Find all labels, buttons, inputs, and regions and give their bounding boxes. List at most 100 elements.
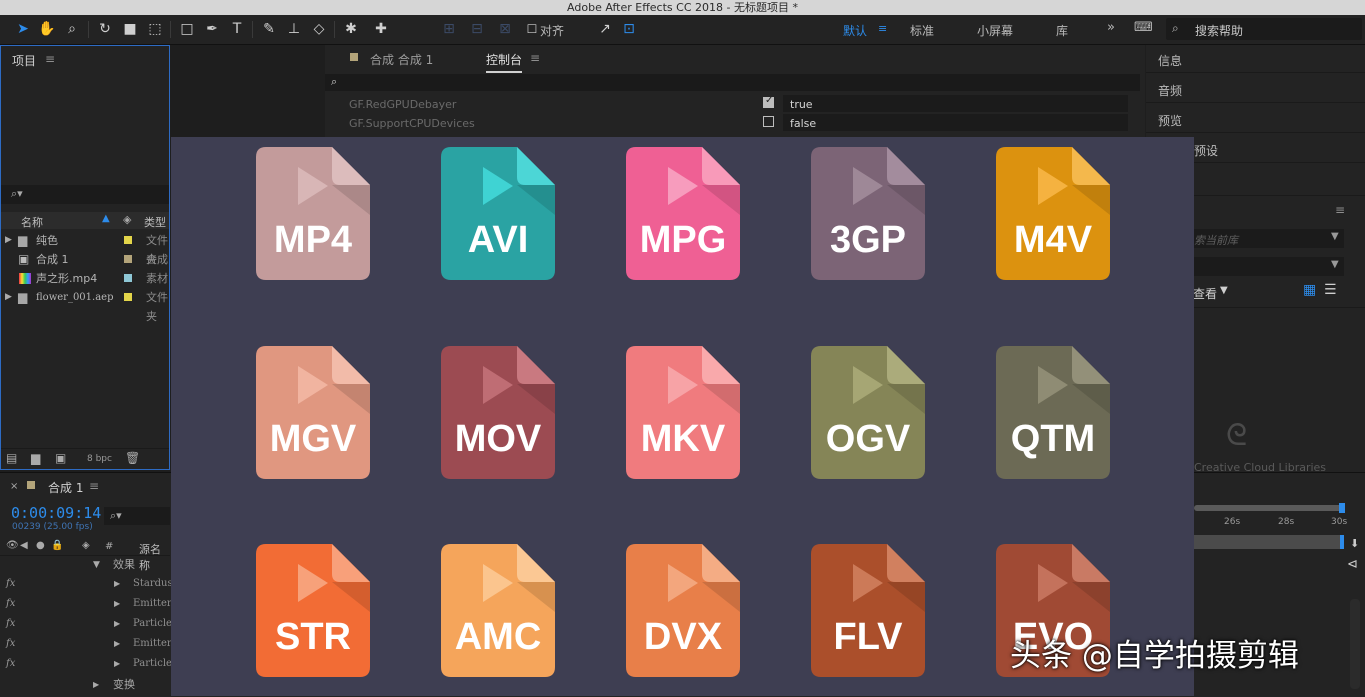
new-folder-icon[interactable]: ▆: [31, 451, 40, 465]
layer-row[interactable]: fx ▶ Emitter: [0, 594, 172, 614]
more-workspaces-icon[interactable]: »: [1107, 20, 1115, 35]
expand-arrow-icon[interactable]: ▶: [93, 675, 99, 695]
dropdown-arrow-icon[interactable]: ▼: [1331, 231, 1339, 242]
fx-icon[interactable]: fx: [6, 614, 15, 634]
selection-tool-icon[interactable]: ➤: [14, 20, 32, 38]
label-color-swatch[interactable]: [124, 255, 132, 263]
solo-icon[interactable]: ●: [36, 540, 45, 551]
audio-icon[interactable]: ◀: [20, 540, 28, 551]
camera-tool-icon[interactable]: ■: [121, 20, 139, 38]
zoom-tool-icon[interactable]: ⌕: [63, 20, 81, 38]
snap-grid-icon[interactable]: ⊡: [620, 20, 638, 38]
lock-icon[interactable]: 🔒: [51, 540, 63, 551]
expand-arrow-icon[interactable]: ▶: [114, 634, 120, 654]
playhead-marker[interactable]: [1340, 535, 1344, 549]
clone-stamp-tool-icon[interactable]: ⊥: [285, 20, 303, 38]
preview-panel-tab[interactable]: 预览: [1158, 112, 1182, 129]
pen-tool-icon[interactable]: ✒: [203, 20, 221, 38]
column-name[interactable]: 名称: [21, 214, 43, 230]
label-color-swatch[interactable]: [124, 236, 132, 244]
view-dropdown-icon[interactable]: ▼: [1220, 285, 1228, 296]
expand-arrow-icon[interactable]: ▶: [114, 594, 120, 614]
expand-arrow-icon[interactable]: ▶: [114, 574, 120, 594]
tab-composition[interactable]: 合成 合成 1: [370, 51, 433, 68]
workspace-small-screen[interactable]: 小屏幕: [977, 22, 1013, 39]
workspace-menu-icon[interactable]: ≡: [878, 22, 887, 35]
workspace-standard[interactable]: 标准: [910, 22, 934, 39]
help-search-field[interactable]: ⌕ 搜索帮助: [1166, 18, 1362, 40]
fx-icon[interactable]: fx: [6, 654, 15, 674]
presets-panel-tab[interactable]: 预设: [1194, 142, 1218, 159]
fx-icon[interactable]: fx: [6, 574, 15, 594]
pan-behind-tool-icon[interactable]: ⬚: [146, 20, 164, 38]
bit-depth-button[interactable]: 8 bpc: [87, 454, 112, 464]
vertical-scrollbar[interactable]: [1350, 599, 1360, 689]
layer-row[interactable]: ▶ 变换: [0, 675, 170, 695]
rotate-tool-icon[interactable]: ↻: [96, 20, 114, 38]
project-item[interactable]: ▶ ▆ 纯色 文件夹: [1, 231, 171, 266]
trash-icon[interactable]: 🗑: [125, 451, 140, 465]
layer-row[interactable]: fx ▶ Emitter: [0, 634, 172, 654]
axis-mode-icon[interactable]: ⊠: [496, 20, 514, 38]
close-icon[interactable]: ×: [10, 481, 18, 492]
checkbox-unchecked[interactable]: [763, 116, 774, 127]
expand-arrow-icon[interactable]: ▶: [5, 288, 12, 307]
new-composition-icon[interactable]: ▣: [55, 451, 66, 465]
label-color-swatch[interactable]: [124, 293, 132, 301]
fx-icon[interactable]: fx: [6, 594, 15, 614]
console-value-field[interactable]: [783, 95, 1128, 112]
current-timecode[interactable]: 0:00:09:14: [11, 504, 101, 522]
sync-settings-icon[interactable]: ⌨: [1134, 20, 1153, 35]
console-value-field[interactable]: [783, 114, 1128, 131]
zoom-scrollbar[interactable]: [1194, 505, 1344, 511]
console-search-field[interactable]: ⌕: [325, 74, 1140, 91]
project-search-field[interactable]: ⌕▾: [1, 185, 169, 204]
layer-row[interactable]: fx ▶ Particle: [0, 614, 172, 634]
brush-tool-icon[interactable]: ✎: [260, 20, 278, 38]
workspace-default[interactable]: 默认: [843, 22, 867, 39]
work-area-bar[interactable]: [1194, 535, 1342, 549]
column-type[interactable]: 类型: [144, 214, 166, 230]
axis-mode-icon[interactable]: ⊟: [468, 20, 486, 38]
panel-menu-icon[interactable]: ≡: [89, 479, 99, 493]
panel-menu-icon[interactable]: ≡: [45, 52, 55, 66]
expand-arrow-icon[interactable]: ▶: [114, 654, 120, 674]
tab-console[interactable]: 控制台: [486, 51, 523, 73]
fx-icon[interactable]: fx: [6, 634, 15, 654]
comp-marker-icon[interactable]: ⊲: [1347, 557, 1358, 572]
visibility-icon[interactable]: 👁: [6, 540, 19, 551]
grid-view-icon[interactable]: ▦: [1303, 282, 1316, 298]
eraser-tool-icon[interactable]: ◇: [310, 20, 328, 38]
snap-icon[interactable]: ↗: [596, 20, 614, 38]
info-panel-tab[interactable]: 信息: [1158, 52, 1182, 69]
puppet-pin-tool-icon[interactable]: ✚: [372, 20, 390, 38]
interpret-footage-icon[interactable]: ▤: [6, 451, 17, 465]
dropdown-arrow-icon[interactable]: ▼: [1331, 259, 1339, 270]
checkbox-checked[interactable]: ✓: [763, 95, 774, 108]
library-select[interactable]: ▼: [1194, 257, 1344, 276]
project-item[interactable]: ▣ 合成 1 合成: [1, 250, 171, 269]
panel-menu-icon[interactable]: ≡: [530, 51, 540, 65]
rectangle-tool-icon[interactable]: □: [178, 20, 196, 38]
axis-mode-icon[interactable]: ⊞: [440, 20, 458, 38]
collapse-arrow-icon[interactable]: ▼: [93, 555, 100, 575]
layer-row[interactable]: ▼ 效果: [0, 555, 170, 575]
roto-brush-tool-icon[interactable]: ✱: [342, 20, 360, 38]
view-label[interactable]: 查看: [1193, 285, 1217, 302]
layer-row[interactable]: fx ▶ Stardust: [0, 574, 177, 594]
type-tool-icon[interactable]: T: [228, 20, 246, 38]
workspace-library[interactable]: 库: [1056, 22, 1068, 39]
project-item[interactable]: 声之形.mp4 素材: [1, 269, 171, 288]
align-checkbox-icon[interactable]: ☐: [523, 20, 541, 38]
expand-arrow-icon[interactable]: ▶: [5, 231, 12, 250]
layer-row[interactable]: fx ▶ Particle: [0, 654, 172, 674]
timeline-tab[interactable]: 合成 1: [48, 479, 83, 496]
list-view-icon[interactable]: ☰: [1324, 282, 1337, 298]
hand-tool-icon[interactable]: ✋: [38, 20, 56, 38]
work-area-end-handle[interactable]: [1339, 503, 1345, 513]
project-item[interactable]: ▶ ▆ flower_001.aep 文件夹: [1, 288, 171, 323]
sort-ascending-icon[interactable]: ▲: [102, 213, 110, 224]
timeline-search-field[interactable]: ⌕▾: [104, 507, 170, 525]
current-time-indicator-icon[interactable]: ⬇: [1350, 537, 1359, 550]
label-color-swatch[interactable]: [124, 274, 132, 282]
